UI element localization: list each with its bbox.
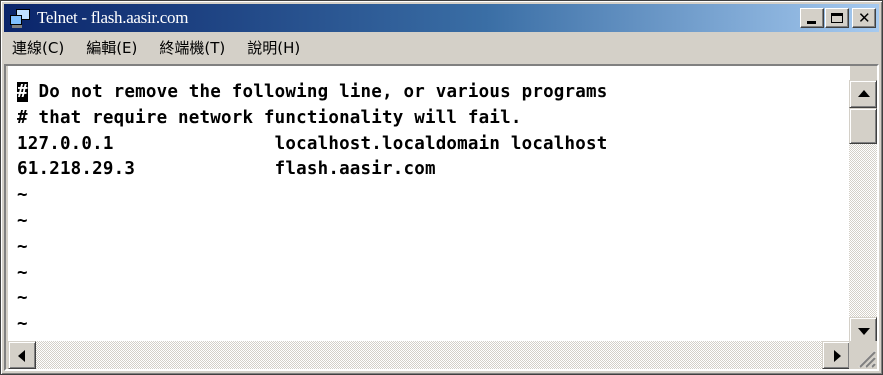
- terminal-line-text: Do not remove the following line, or var…: [27, 82, 608, 102]
- window-title: Telnet - flash.aasir.com: [37, 8, 189, 27]
- resize-grip-icon: [858, 350, 876, 368]
- caption-buttons: ✕: [799, 8, 876, 28]
- terminal-line: # that require network functionality wil…: [17, 107, 522, 128]
- arrow-down-icon: [858, 328, 870, 335]
- arrow-left-icon: [18, 350, 25, 362]
- terminal-line: ~: [17, 314, 28, 335]
- terminal-line: ~: [17, 288, 28, 309]
- horizontal-scrollbar[interactable]: [8, 341, 850, 369]
- terminal-frame: # Do not remove the following line, or v…: [4, 64, 879, 371]
- close-icon: ✕: [858, 9, 871, 27]
- menu-edit[interactable]: 編輯(E): [78, 35, 145, 61]
- minimize-button[interactable]: [800, 8, 824, 28]
- vertical-scroll-thumb[interactable]: [849, 108, 877, 144]
- title-bar[interactable]: Telnet - flash.aasir.com ✕: [4, 4, 879, 32]
- telnet-computer-icon[interactable]: [10, 8, 32, 28]
- menu-connect[interactable]: 連線(C): [4, 35, 72, 61]
- terminal-line: 61.218.29.3 flash.aasir.com: [17, 159, 436, 180]
- terminal-line: # Do not remove the following line, or v…: [8, 80, 850, 106]
- terminal-line: ~: [17, 185, 28, 206]
- terminal-line: ~: [17, 236, 28, 257]
- terminal-line: 127.0.0.1 localhost.localdomain localhos…: [17, 133, 608, 154]
- menu-bar: 連線(C) 編輯(E) 終端機(T) 說明(H): [4, 35, 879, 61]
- maximize-icon: [831, 13, 843, 23]
- scroll-left-button[interactable]: [8, 341, 36, 369]
- text-cursor: #: [17, 82, 28, 102]
- resize-grip[interactable]: [849, 341, 877, 369]
- scroll-right-button[interactable]: [822, 341, 850, 369]
- minimize-icon: [807, 21, 816, 24]
- maximize-button[interactable]: [825, 8, 849, 28]
- scroll-up-button[interactable]: [849, 80, 877, 108]
- menu-terminal[interactable]: 終端機(T): [151, 35, 233, 61]
- terminal-line: ~: [17, 210, 28, 231]
- terminal-line: ~: [17, 262, 28, 283]
- telnet-window: Telnet - flash.aasir.com ✕ 連線(C) 編輯(E) 終…: [0, 0, 883, 375]
- terminal-screen[interactable]: # Do not remove the following line, or v…: [8, 80, 850, 345]
- vertical-scrollbar[interactable]: [849, 80, 877, 345]
- close-button[interactable]: ✕: [852, 8, 876, 28]
- arrow-right-icon: [834, 350, 841, 362]
- menu-help[interactable]: 說明(H): [239, 35, 308, 61]
- arrow-up-icon: [858, 90, 870, 97]
